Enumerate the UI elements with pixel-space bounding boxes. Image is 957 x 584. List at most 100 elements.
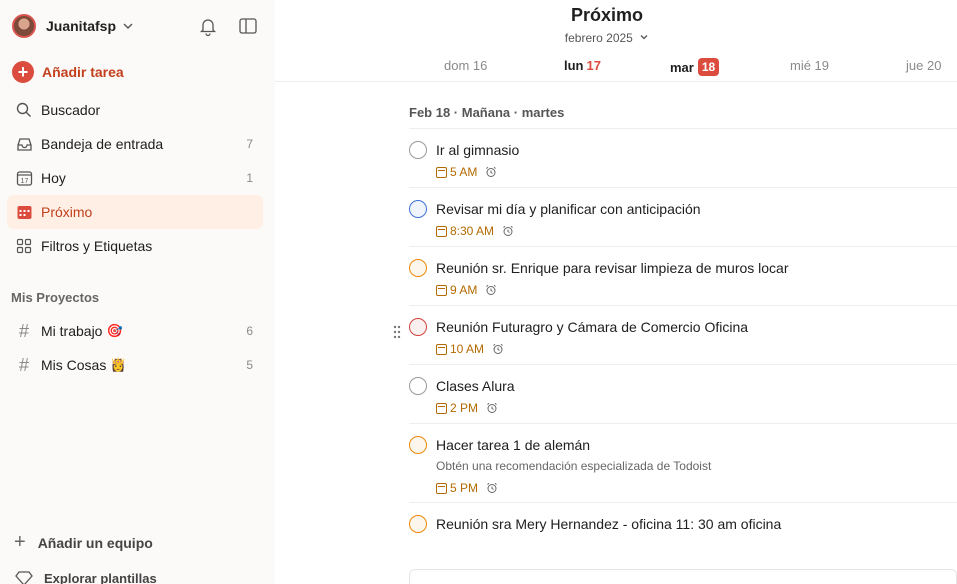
drag-handle-icon[interactable]	[393, 325, 401, 339]
user-menu[interactable]: Juanitafsp	[12, 13, 134, 39]
svg-text:17: 17	[20, 178, 28, 185]
sidebar-item-inbox[interactable]: Bandeja de entrada 7	[7, 127, 263, 161]
sidebar-item-upcoming[interactable]: Próximo	[7, 195, 263, 229]
task-time: 5 PM	[450, 481, 479, 495]
calendar-icon	[436, 166, 447, 178]
calendar-today-icon: 17	[15, 169, 33, 187]
task-due[interactable]: 8:30 AM	[436, 224, 514, 238]
task-due[interactable]: 2 PM	[436, 401, 498, 415]
task-due[interactable]: 9 AM	[436, 283, 497, 297]
explore-templates-button[interactable]: Explorar plantillas	[14, 570, 157, 584]
search-icon	[15, 101, 33, 119]
task-item[interactable]: Hacer tarea 1 de alemán Obtén una recomen…	[409, 424, 957, 503]
sidebar-item-label: Filtros y Etiquetas	[41, 238, 153, 254]
add-team-label: Añadir un equipo	[37, 534, 153, 551]
alarm-clock-icon	[503, 225, 513, 236]
date-heading: Feb 18 · Mañana · martes	[409, 105, 565, 120]
task-item[interactable]: Clases Alura 2 PM	[409, 365, 957, 424]
month-label: febrero 2025	[564, 31, 633, 45]
projects-list: # Mi trabajo 🎯 6 # Mis Cosas 👸 5	[7, 314, 263, 382]
sidebar-item-label: Próximo	[41, 204, 93, 220]
task-title: Reunión Futuragro y Cámara de Comercio O…	[436, 319, 749, 335]
alarm-clock-icon	[487, 482, 497, 493]
sidebar-item-filters[interactable]: Filtros y Etiquetas	[7, 229, 263, 263]
sidebar-toggle-icon[interactable]	[237, 15, 259, 37]
task-time: 8:30 AM	[450, 224, 495, 238]
day-label: jue 20	[906, 58, 942, 73]
task-item[interactable]: Revisar mi día y planificar con anticipa…	[409, 188, 957, 247]
day-tue-18[interactable]: mar 18	[670, 58, 720, 76]
alarm-clock-icon	[486, 166, 497, 177]
task-time: 2 PM	[450, 401, 479, 415]
day-wed-19[interactable]: mié 19	[790, 58, 829, 73]
day-name: lun	[564, 58, 584, 73]
month-selector[interactable]: febrero 2025	[275, 31, 939, 45]
projects-section-title[interactable]: Mis Proyectos	[11, 290, 99, 305]
explore-templates-label: Explorar plantillas	[44, 570, 157, 584]
day-sun-16[interactable]: dom 16	[444, 58, 487, 73]
task-due[interactable]: 5 PM	[436, 481, 498, 495]
add-task-inline-box[interactable]	[409, 569, 957, 584]
sidebar-item-count: 7	[246, 137, 253, 151]
project-item-mis-cosas[interactable]: # Mis Cosas 👸 5	[7, 348, 263, 382]
task-checkbox[interactable]	[409, 515, 427, 533]
sidebar-item-label: Bandeja de entrada	[41, 136, 164, 152]
hash-icon: #	[18, 320, 29, 341]
task-checkbox[interactable]	[409, 200, 427, 218]
chevron-down-icon	[640, 35, 648, 40]
task-due[interactable]: 5 AM	[436, 165, 497, 179]
day-thu-20[interactable]: jue 20	[906, 58, 941, 73]
task-time: 9 AM	[450, 283, 478, 297]
add-task-button[interactable]: + Añadir tarea	[12, 61, 124, 83]
task-title: Revisar mi día y planificar con anticipa…	[436, 201, 701, 217]
task-due[interactable]: 10 AM	[436, 342, 504, 356]
project-item-mi-trabajo[interactable]: # Mi trabajo 🎯 6	[7, 314, 263, 348]
project-count: 5	[246, 358, 253, 372]
day-strip: dom 16 lun 17 mar 18 mié 19 jue 20	[275, 58, 957, 82]
calendar-icon	[436, 482, 447, 494]
task-item[interactable]: Reunión Futuragro y Cámara de Comercio O…	[409, 306, 957, 365]
bell-icon[interactable]	[197, 15, 219, 37]
task-checkbox[interactable]	[409, 318, 427, 336]
target-icon: 🎯	[106, 323, 123, 338]
calendar-icon	[436, 402, 447, 414]
sidebar-item-today[interactable]: 17 Hoy 1	[7, 161, 263, 195]
task-item[interactable]: Ir al gimnasio 5 AM	[409, 129, 957, 188]
page-title: Próximo	[570, 5, 644, 25]
day-number: 17	[586, 58, 601, 73]
calendar-icon	[436, 284, 447, 296]
day-label: dom 16	[444, 58, 488, 73]
day-name: mar	[670, 59, 694, 75]
divider	[275, 81, 957, 82]
task-title: Reunión sra Mery Hernandez - oficina 11:…	[436, 516, 782, 532]
add-team-button[interactable]: + Añadir un equipo	[14, 531, 153, 554]
sidebar-item-label: Buscador	[41, 102, 101, 118]
task-checkbox[interactable]	[409, 377, 427, 395]
task-description: Obtén una recomendación especializada de…	[436, 459, 712, 473]
selected-day-badge: 18	[697, 58, 720, 76]
task-title: Hacer tarea 1 de alemán	[436, 437, 591, 453]
day-label: mié 19	[790, 58, 830, 73]
princess-icon: 👸	[110, 357, 127, 372]
calendar-upcoming-icon	[15, 203, 33, 221]
user-name: Juanitafsp	[46, 18, 117, 34]
sidebar-item-count: 1	[246, 171, 253, 185]
task-item[interactable]: Reunión sr. Enrique para revisar limpiez…	[409, 247, 957, 306]
sidebar-item-buscador[interactable]: Buscador	[7, 93, 263, 127]
calendar-icon	[436, 225, 447, 237]
alarm-clock-icon	[493, 343, 503, 354]
task-checkbox[interactable]	[409, 259, 427, 277]
task-time: 5 AM	[450, 165, 478, 179]
task-checkbox[interactable]	[409, 436, 427, 454]
task-checkbox[interactable]	[409, 141, 427, 159]
task-time: 10 AM	[450, 342, 485, 356]
task-item[interactable]: Reunión sra Mery Hernandez - oficina 11:…	[409, 503, 957, 562]
inbox-icon	[15, 135, 33, 153]
sidebar-nav: Buscador Bandeja de entrada 7 17 Hoy 1 P…	[7, 93, 263, 263]
alarm-clock-icon	[487, 402, 497, 413]
main-content: Próximo febrero 2025 dom 16 lun 17 mar 18 …	[275, 0, 957, 584]
day-mon-17[interactable]: lun 17	[564, 58, 601, 73]
project-label: Mis Cosas	[41, 357, 107, 373]
task-title: Ir al gimnasio	[436, 142, 520, 158]
plus-icon: +	[12, 61, 34, 83]
